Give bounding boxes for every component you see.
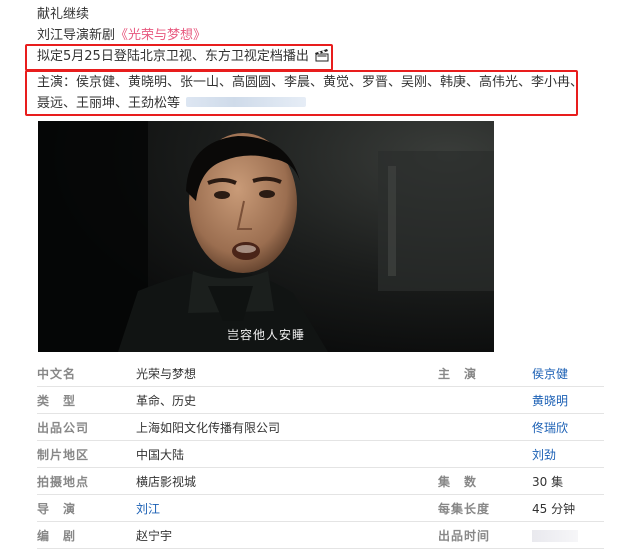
- blurred-watermark: [186, 97, 307, 107]
- row-label: 出品公司: [37, 413, 136, 441]
- row-value: 革命、历史: [136, 386, 438, 414]
- airdate-text-row: 拟定5月25日登陆北京卫视、东方卫视定档播出: [37, 48, 329, 66]
- cast-line-1: 主演：侯京健、黄晓明、张一山、高圆圆、李晨、黄觉、罗晋、吴刚、韩庚、高伟光、李小…: [37, 75, 584, 90]
- row-label: 编 剧: [37, 521, 136, 549]
- table-row: 编 剧 赵宁宇 出品时间: [37, 521, 604, 549]
- release-time-value: [532, 521, 604, 549]
- row-label: 制片地区: [37, 440, 136, 468]
- row-label-2: [438, 386, 532, 414]
- row-value: 赵宁宇: [136, 521, 438, 549]
- director-link[interactable]: 刘江: [136, 494, 438, 522]
- row-label-2: 出品时间: [438, 521, 532, 549]
- drama-intro-text: 刘江导演新剧: [37, 28, 116, 43]
- row-label-2: 每集长度: [438, 494, 532, 522]
- table-row: 出品公司 上海如阳文化传播有限公司 佟瑞欣: [37, 413, 604, 441]
- cast-link[interactable]: 黄晓明: [532, 386, 604, 414]
- table-row: 拍摄地点 横店影视城 集 数 30 集: [37, 467, 604, 495]
- table-row: 类 型 革命、历史 黄晓明: [37, 386, 604, 414]
- drama-title-link[interactable]: 《光荣与梦想》: [115, 28, 206, 43]
- cast-link[interactable]: 侯京健: [532, 360, 604, 387]
- row-label-2: [438, 440, 532, 468]
- row-label-2: 集 数: [438, 467, 532, 495]
- clapperboard-icon: [314, 49, 329, 62]
- row-value: 中国大陆: [136, 440, 438, 468]
- drama-info-table: 中文名 光荣与梦想 主 演 侯京健 类 型 革命、历史 黄晓明 出品公司 上海如…: [37, 360, 604, 549]
- cast-line-2-row: 聂远、王丽坤、王劲松等: [37, 95, 307, 113]
- episode-length: 45 分钟: [532, 494, 604, 522]
- row-label-2: 主 演: [438, 360, 532, 387]
- row-label-2: [438, 413, 532, 441]
- post-line-drama: 刘江导演新剧《光荣与梦想》: [37, 27, 206, 45]
- post-line-intro: 献礼继续: [37, 7, 90, 22]
- cast-link[interactable]: 佟瑞欣: [532, 413, 604, 441]
- row-label: 导 演: [37, 494, 136, 522]
- airdate-text: 拟定5月25日登陆北京卫视、东方卫视定档播出: [37, 49, 309, 64]
- row-label: 类 型: [37, 386, 136, 414]
- row-label: 中文名: [37, 360, 136, 387]
- cast-link[interactable]: 刘劲: [532, 440, 604, 468]
- cast-line-2: 聂远、王丽坤、王劲松等: [37, 96, 181, 111]
- episode-count: 30 集: [532, 467, 604, 495]
- row-label: 拍摄地点: [37, 467, 136, 495]
- row-value: 上海如阳文化传播有限公司: [136, 413, 438, 441]
- table-row: 制片地区 中国大陆 刘劲: [37, 440, 604, 468]
- row-value: 横店影视城: [136, 467, 438, 495]
- table-row: 导 演 刘江 每集长度 45 分钟: [37, 494, 604, 522]
- video-still-image: [38, 121, 494, 352]
- blurred-value: [532, 529, 578, 542]
- video-frame[interactable]: 岂容他人安睡: [38, 121, 494, 352]
- table-row: 中文名 光荣与梦想 主 演 侯京健: [37, 360, 604, 387]
- row-value: 光荣与梦想: [136, 360, 438, 387]
- video-subtitle: 岂容他人安睡: [226, 328, 305, 342]
